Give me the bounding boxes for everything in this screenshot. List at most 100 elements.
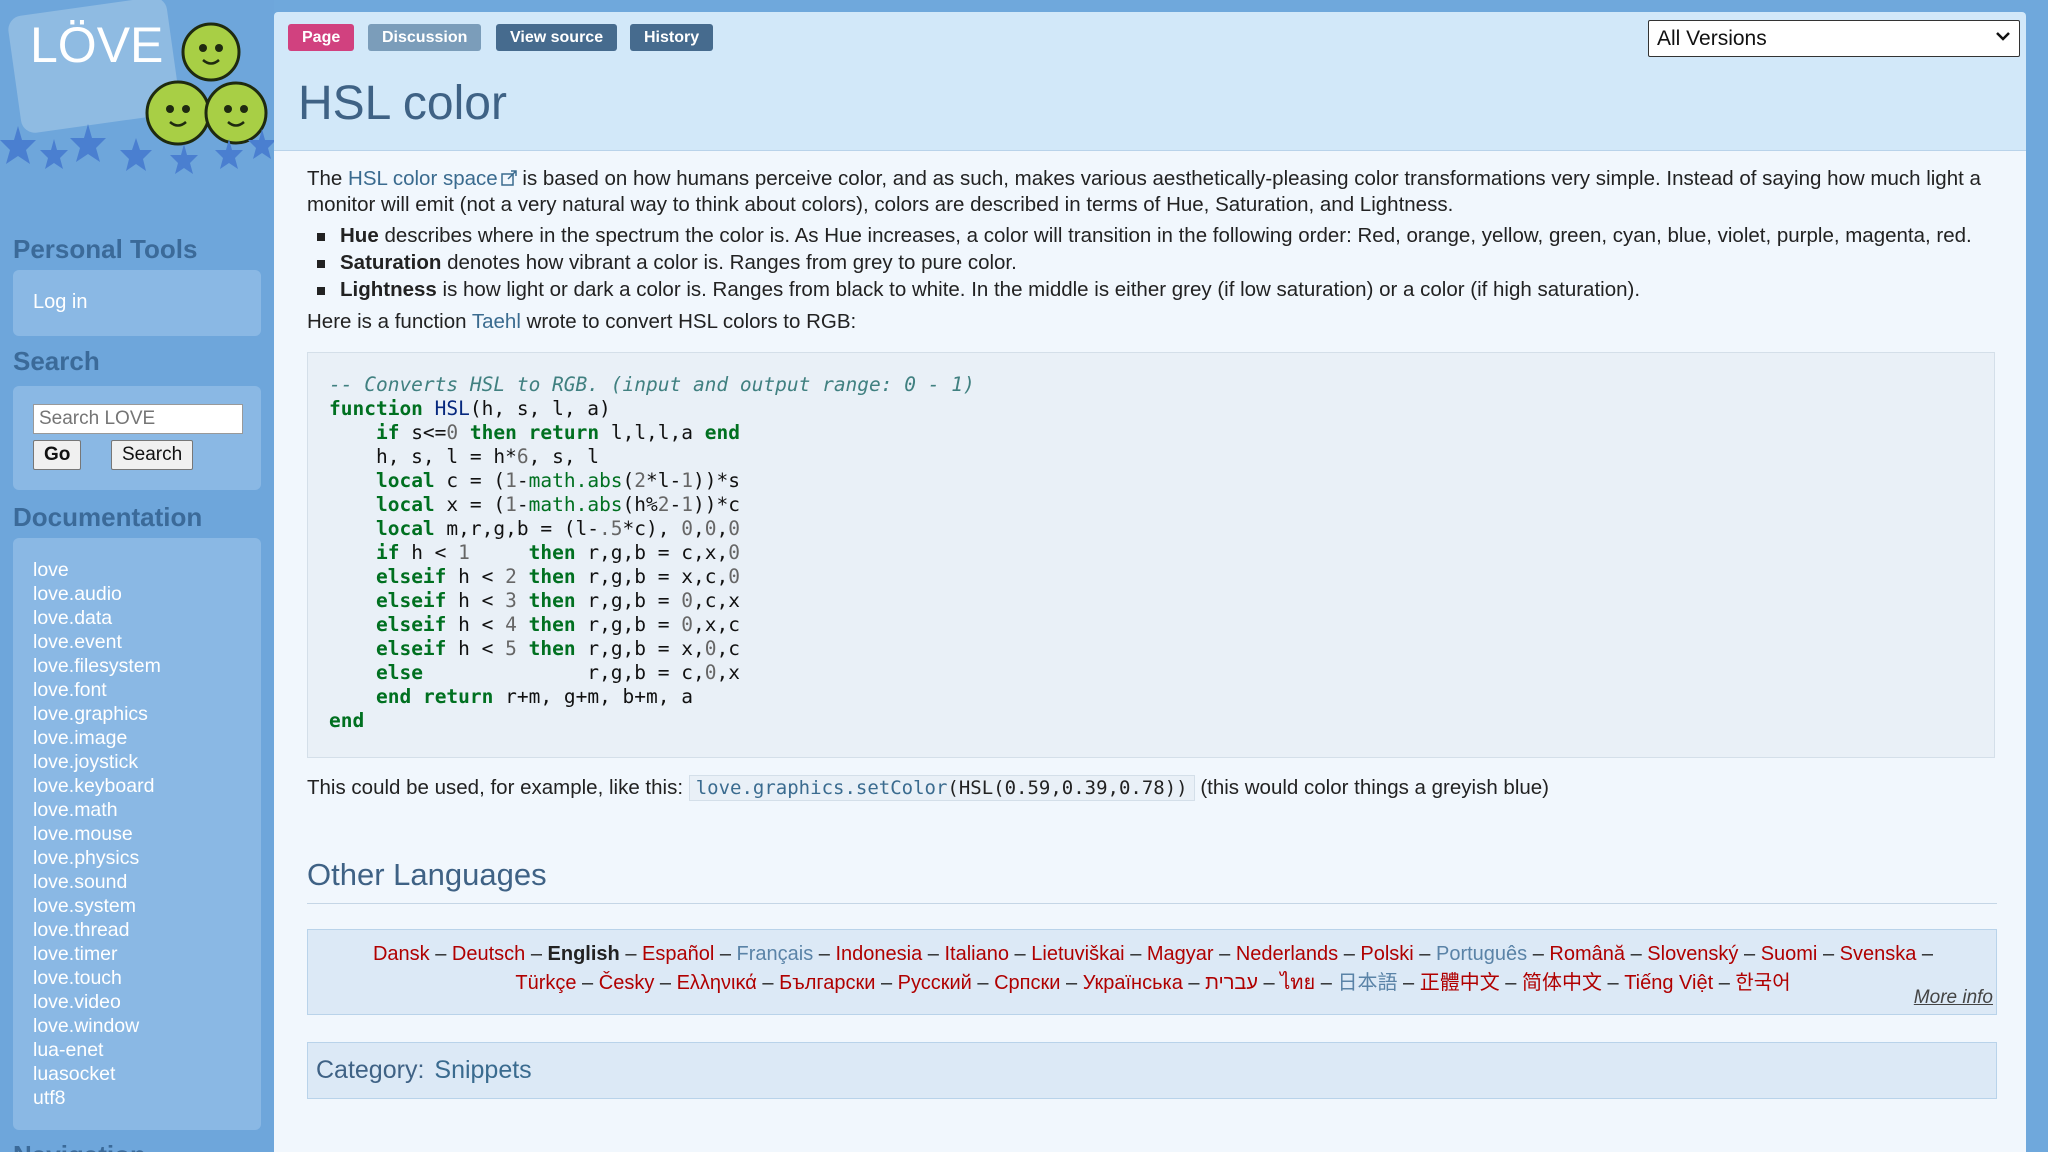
language-separator: – (429, 943, 452, 965)
language-link[interactable]: Deutsch (452, 943, 525, 965)
search-button[interactable]: Search (111, 440, 194, 470)
language-link[interactable]: Polski (1360, 943, 1413, 965)
doc-link-love-physics[interactable]: love.physics (33, 847, 139, 869)
doc-link-love-image[interactable]: love.image (33, 727, 127, 749)
language-separator: – (1527, 943, 1550, 965)
language-separator: – (1601, 972, 1625, 994)
list-item: love.sound (33, 870, 161, 894)
language-separator: – (1060, 972, 1083, 994)
doc-link-love-timer[interactable]: love.timer (33, 943, 118, 965)
doc-link-utf8[interactable]: utf8 (33, 1087, 66, 1109)
love-logo[interactable]: LÖVE (0, 0, 274, 190)
other-languages-heading: Other Languages (307, 857, 1997, 904)
code-line: elseif h < 5 then r,g,b = x,0,c (375, 637, 740, 660)
language-link[interactable]: Русский (898, 972, 972, 994)
language-link[interactable]: Español (642, 943, 714, 965)
language-link[interactable]: Українська (1083, 972, 1183, 994)
list-item: love.mouse (33, 822, 161, 846)
language-link[interactable]: Nederlands (1236, 943, 1338, 965)
doc-link-love-event[interactable]: love.event (33, 631, 122, 653)
doc-link-love-video[interactable]: love.video (33, 991, 121, 1013)
language-link[interactable]: Türkçe (515, 972, 576, 994)
doc-link-love-keyboard[interactable]: love.keyboard (33, 775, 154, 797)
language-link[interactable]: ไทย (1280, 972, 1315, 994)
doc-link-love[interactable]: love (33, 559, 69, 581)
code-line: if s<=0 then return l,l,l,a end (375, 421, 740, 444)
language-separator: – (1713, 972, 1736, 994)
doc-link-love-window[interactable]: love.window (33, 1015, 139, 1037)
doc-link-love-mouse[interactable]: love.mouse (33, 823, 133, 845)
code-line: local x = (1-math.abs(h%2-1))*c (375, 493, 740, 516)
search-input[interactable] (33, 404, 243, 434)
tab-view-source[interactable]: View source (496, 24, 618, 51)
intro-rest: is based on how humans perceive color, a… (307, 167, 1981, 216)
code-line: end (329, 709, 365, 732)
list-item: love.video (33, 990, 161, 1014)
language-link[interactable]: 日本語 (1337, 972, 1397, 994)
login-link[interactable]: Log in (33, 291, 88, 314)
property-term: Saturation (340, 251, 442, 274)
author-link[interactable]: Taehl (472, 310, 521, 333)
page-content: The HSL color space is based on how huma… (274, 150, 2026, 1152)
function-intro: Here is a function Taehl wrote to conver… (307, 309, 856, 335)
doc-link-love-filesystem[interactable]: love.filesystem (33, 655, 161, 677)
code-line: h, s, l = h*6, s, l (329, 445, 600, 468)
language-link[interactable]: Italiano (945, 943, 1010, 965)
language-link[interactable]: Suomi (1761, 943, 1818, 965)
language-link[interactable]: Dansk (373, 943, 430, 965)
hsl-color-space-link[interactable]: HSL color space (348, 167, 517, 190)
doc-link-love-audio[interactable]: love.audio (33, 583, 122, 605)
doc-link-love-math[interactable]: love.math (33, 799, 118, 821)
doc-link-luasocket[interactable]: luasocket (33, 1063, 115, 1085)
usage-paragraph: This could be used, for example, like th… (307, 775, 1549, 801)
language-link[interactable]: Magyar (1147, 943, 1214, 965)
language-link[interactable]: Indonesia (836, 943, 923, 965)
tab-page[interactable]: Page (288, 24, 355, 51)
language-separator: – (714, 943, 737, 965)
language-link[interactable]: 한국어 (1735, 972, 1790, 994)
doc-link-love-sound[interactable]: love.sound (33, 871, 127, 893)
usage-code: love.graphics.setColor(HSL(0.59,0.39,0.7… (688, 775, 1195, 801)
external-link-icon (500, 170, 517, 186)
love-logo-icon: LÖVE (0, 0, 274, 174)
language-separator: – (922, 943, 945, 965)
doc-link-lua-enet[interactable]: lua-enet (33, 1039, 103, 1061)
doc-link-love-thread[interactable]: love.thread (33, 919, 129, 941)
list-item: love.system (33, 894, 161, 918)
language-link[interactable]: Português (1436, 943, 1527, 965)
doc-link-love-joystick[interactable]: love.joystick (33, 751, 138, 773)
go-button[interactable]: Go (33, 440, 82, 470)
language-link[interactable]: Svenska (1840, 943, 1917, 965)
languages-line-2: Türkçe – Česky – Ελληνικά – Български – … (308, 970, 1998, 996)
list-item: love.touch (33, 966, 161, 990)
language-separator: – (525, 943, 548, 965)
language-link[interactable]: Slovenský (1647, 943, 1738, 965)
language-link[interactable]: Српски (994, 972, 1060, 994)
category-snippets-link[interactable]: Snippets (434, 1056, 531, 1084)
language-link[interactable]: עברית (1205, 972, 1258, 994)
language-separator: – (1916, 943, 1934, 965)
language-link[interactable]: Lietuviškai (1031, 943, 1124, 965)
language-link[interactable]: Română (1549, 943, 1625, 965)
doc-link-love-graphics[interactable]: love.graphics (33, 703, 148, 725)
language-link[interactable]: Français (737, 943, 814, 965)
more-info-link[interactable]: More info (1914, 987, 1993, 1009)
doc-link-love-data[interactable]: love.data (33, 607, 112, 629)
tab-discussion[interactable]: Discussion (368, 24, 482, 51)
list-item: love.event (33, 630, 161, 654)
language-link[interactable]: 简体中文 (1522, 972, 1602, 994)
language-separator: – (875, 972, 898, 994)
doc-link-love-font[interactable]: love.font (33, 679, 107, 701)
language-link[interactable]: Tiếng Việt (1624, 972, 1713, 994)
code-line: elseif h < 3 then r,g,b = 0,c,x (375, 589, 740, 612)
version-select[interactable]: All Versions (1648, 20, 2020, 57)
doc-link-love-touch[interactable]: love.touch (33, 967, 122, 989)
language-link[interactable]: 正體中文 (1420, 972, 1500, 994)
language-link[interactable]: Česky (599, 972, 655, 994)
list-item: love.audio (33, 582, 161, 606)
tab-history[interactable]: History (630, 24, 714, 51)
language-link[interactable]: Ελληνικά (677, 972, 757, 994)
list-item: luasocket (33, 1062, 161, 1086)
doc-link-love-system[interactable]: love.system (33, 895, 136, 917)
language-link[interactable]: Български (779, 972, 875, 994)
